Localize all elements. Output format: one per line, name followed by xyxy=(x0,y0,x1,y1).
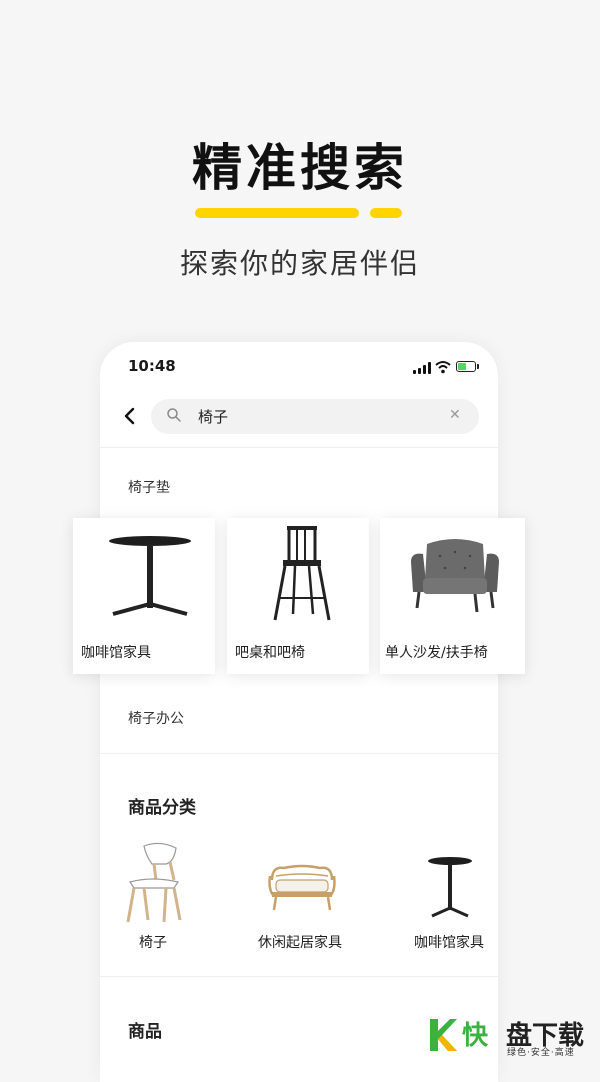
cafe-table-image xyxy=(109,536,191,616)
hero-title: 精准搜索 xyxy=(192,139,408,197)
watermark-tagline: 绿色·安全·高速 xyxy=(507,1048,575,1058)
category-item-chair[interactable]: 椅子 xyxy=(118,842,188,952)
k-logo-icon xyxy=(430,1019,457,1051)
watermark-text: 快 xyxy=(462,1021,489,1051)
result-card-armchair[interactable]: 单人沙发/扶手椅 xyxy=(380,518,525,674)
title-underline xyxy=(195,208,359,218)
result-card-bar[interactable]: 吧桌和吧椅 xyxy=(227,518,369,674)
suggestion-item[interactable]: 椅子垫 xyxy=(128,477,170,497)
chair-image xyxy=(126,842,182,923)
battery-cap xyxy=(477,364,479,369)
products-section-title: 商品 xyxy=(128,1022,162,1042)
status-time: 10:48 xyxy=(128,357,176,375)
card-label: 咖啡馆家具 xyxy=(81,645,151,661)
title-underline-dot xyxy=(370,208,402,218)
divider xyxy=(100,447,498,448)
card-label: 单人沙发/扶手椅 xyxy=(385,645,488,661)
bar-stool-image xyxy=(273,526,331,621)
rattan-sofa-image xyxy=(268,864,336,911)
category-section-title: 商品分类 xyxy=(128,798,196,818)
suggestion-item[interactable]: 椅子办公 xyxy=(128,708,184,728)
card-label: 吧桌和吧椅 xyxy=(235,645,305,661)
wifi-icon xyxy=(435,361,451,374)
signal-icon xyxy=(413,362,431,374)
result-card-cafe[interactable]: 咖啡馆家具 xyxy=(73,518,215,674)
category-label: 椅子 xyxy=(139,935,167,951)
close-icon[interactable]: ✕ xyxy=(449,407,461,423)
cafe-table-image xyxy=(428,857,472,918)
category-item-rattan-sofa[interactable]: 休闲起居家具 xyxy=(258,842,348,952)
armchair-image xyxy=(411,539,499,613)
divider xyxy=(100,976,498,977)
search-query[interactable]: 椅子 xyxy=(198,406,228,427)
hero-subtitle: 探索你的家居伴侣 xyxy=(179,247,420,280)
divider xyxy=(100,753,498,754)
battery-icon xyxy=(456,361,476,372)
category-label: 休闲起居家具 xyxy=(258,935,342,951)
category-label: 咖啡馆家具 xyxy=(414,935,484,951)
search-icon xyxy=(167,408,181,422)
category-item-cafe[interactable]: 咖啡馆家具 xyxy=(412,842,488,952)
chevron-left-icon[interactable] xyxy=(119,404,141,428)
